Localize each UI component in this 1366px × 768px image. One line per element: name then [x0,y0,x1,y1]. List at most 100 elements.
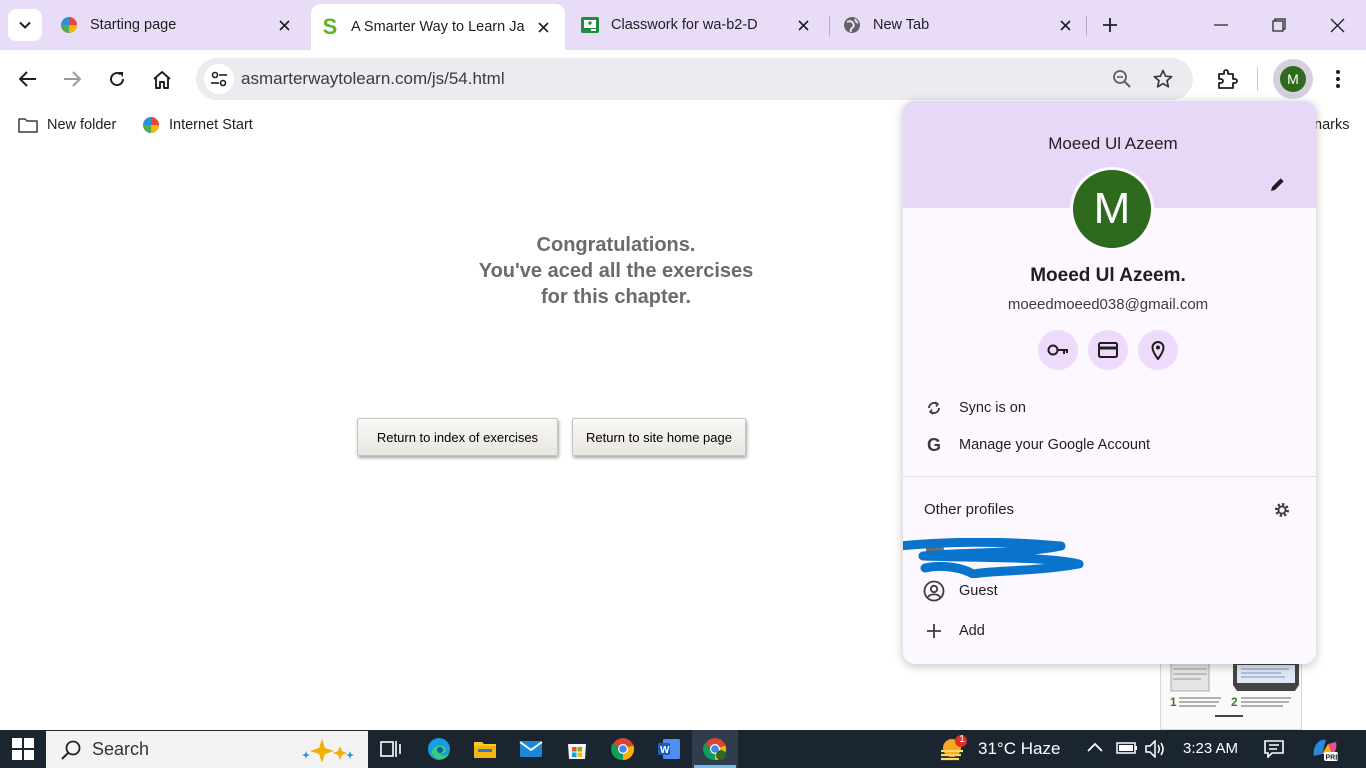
menu-button[interactable] [1322,63,1354,95]
back-button[interactable] [12,63,44,95]
all-bookmarks-fragment[interactable]: narks [1314,114,1349,136]
guest-label: Guest [959,583,998,599]
credit-card-icon [1098,342,1118,358]
chrome-icon [703,738,727,761]
word-icon: W [658,739,680,759]
weather-text[interactable]: 31°C Haze [978,739,1060,759]
chrome-profile-button[interactable] [702,736,728,762]
arrow-left-icon [19,71,36,87]
hidden-icons-button[interactable] [1087,742,1103,752]
sync-status-item[interactable]: Sync is on [923,396,1026,420]
task-view-button[interactable] [378,736,404,762]
home-button[interactable] [146,63,178,95]
taskbar-search-box[interactable]: Search [46,731,368,768]
address-bar[interactable]: asmarterwaytolearn.com/js/54.html [196,58,1193,100]
edit-profile-button[interactable] [1269,175,1287,193]
bookmark-internet-start[interactable]: Internet Start [142,114,253,136]
close-icon[interactable] [274,15,294,35]
notifications-button[interactable] [1264,740,1284,758]
message-line: Congratulations. [536,234,696,256]
copilot-button[interactable]: PRE [1310,736,1340,762]
google-classroom-icon [581,16,599,34]
new-tab-button[interactable] [1095,10,1125,40]
chrome-button[interactable] [610,736,636,762]
book-ad-image[interactable]: 1 2 [1160,660,1302,730]
redaction-scribble [903,538,1084,578]
tab-smarter-way-active[interactable]: S A Smarter Way to Learn Ja [311,4,565,50]
bookmark-label: New folder [47,117,117,133]
edge-icon [428,738,450,760]
more-vert-icon [1336,70,1340,88]
s-logo-icon: S [322,14,338,39]
word-button[interactable]: W [656,736,682,762]
notification-icon [1264,740,1284,758]
taskbar-search-label: Search [92,739,150,759]
addresses-button[interactable] [1138,330,1178,370]
mail-button[interactable] [518,736,544,762]
return-to-home-button[interactable]: Return to site home page [572,418,746,456]
toolbar: asmarterwaytolearn.com/js/54.html M [0,50,1366,108]
bookmark-label: Internet Start [169,117,253,133]
tab-title: A Smarter Way to Learn Ja [351,19,525,35]
file-explorer-button[interactable] [472,736,498,762]
plus-icon [1103,18,1117,32]
minimize-button[interactable] [1206,10,1236,40]
folder-icon [18,118,38,133]
tab-title: Classwork for wa-b2-D [611,17,758,33]
guest-profile-item[interactable]: Guest [923,579,998,603]
menu-divider [903,476,1316,477]
return-to-index-button[interactable]: Return to index of exercises [357,418,558,456]
clock[interactable]: 3:23 AM [1183,740,1238,757]
profile-name-heading: Moeed Ul Azeem [1048,134,1178,153]
account-email: moeedmoeed038@gmail.com [1007,296,1209,313]
toolbar-separator [1257,67,1258,91]
taskbar: Search W 1 31°C Haze 3:23 AM PRE [0,730,1366,768]
bookmark-star-icon[interactable] [1153,69,1173,89]
profile-avatar: M [1070,167,1154,251]
edge-button[interactable] [426,736,452,762]
reload-button[interactable] [101,63,133,95]
store-button[interactable] [564,736,590,762]
sync-label: Sync is on [959,400,1026,416]
message-line: for this chapter. [540,286,692,308]
location-pin-icon [1151,341,1165,360]
account-circle-icon [923,580,945,602]
tab-starting-page[interactable]: Starting page [50,8,306,42]
passwords-button[interactable] [1038,330,1078,370]
windows-icon [12,738,34,760]
other-profile-redacted[interactable] [903,538,1093,578]
restore-icon [1272,18,1286,32]
battery-icon[interactable] [1116,742,1138,754]
profile-button[interactable]: M [1273,59,1313,99]
forward-button[interactable] [56,63,88,95]
tab-separator [829,16,830,36]
manage-profiles-button[interactable] [1273,501,1291,519]
start-button[interactable] [10,736,36,762]
volume-icon[interactable] [1145,740,1167,758]
profile-menu: Moeed Ul Azeem M Moeed Ul Azeem. moeedmo… [903,101,1316,664]
tab-new-tab[interactable]: New Tab [833,8,1087,42]
site-info-button[interactable] [204,64,234,94]
restore-button[interactable] [1264,10,1294,40]
close-icon[interactable] [793,15,813,35]
extensions-button[interactable] [1211,63,1243,95]
manage-account-item[interactable]: G Manage your Google Account [923,433,1150,457]
bookmark-new-folder[interactable]: New folder [18,114,116,136]
manage-account-label: Manage your Google Account [959,437,1151,453]
url-text: asmarterwaytolearn.com/js/54.html [241,69,505,88]
tab-title: Starting page [90,17,177,33]
add-profile-item[interactable]: Add [923,619,985,643]
payment-methods-button[interactable] [1088,330,1128,370]
tab-search-button[interactable] [8,9,42,41]
avatar: M [1280,66,1306,92]
close-icon[interactable] [1055,15,1075,35]
weather-widget-icon[interactable]: 1 [938,734,970,763]
tune-icon [211,71,227,87]
reload-icon [110,72,125,87]
plus-icon [923,624,945,638]
close-window-button[interactable] [1322,10,1352,40]
svg-text:PRE: PRE [1326,755,1341,762]
close-icon[interactable] [533,17,553,37]
tab-classwork[interactable]: Classwork for wa-b2-D [571,8,825,42]
zoom-icon[interactable] [1112,69,1132,89]
